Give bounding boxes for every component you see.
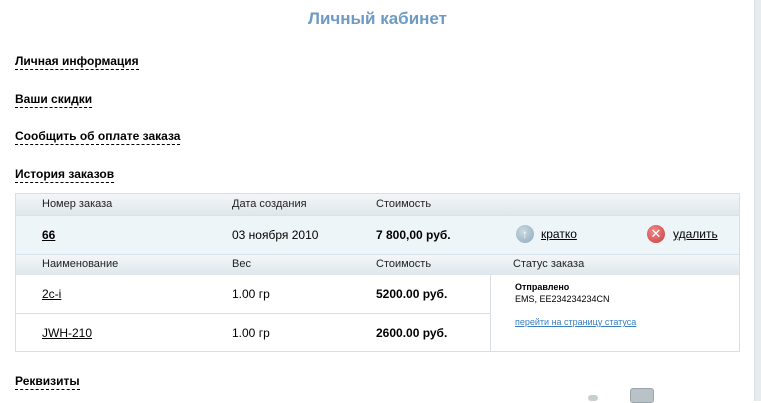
header-order-status: Статус заказа bbox=[513, 258, 585, 270]
status-page-link[interactable]: перейти на страницу статуса bbox=[515, 317, 636, 327]
status-tracking: EMS, EE234234234CN bbox=[515, 294, 610, 304]
order-table-header: Номер заказа Дата создания Стоимость bbox=[16, 194, 739, 215]
item-name-link[interactable]: JWH-210 bbox=[42, 326, 92, 340]
section-requisites[interactable]: Реквизиты bbox=[15, 374, 80, 390]
status-state: Отправлено bbox=[515, 282, 570, 292]
header-created-date: Дата создания bbox=[232, 198, 307, 210]
header-item-weight: Вес bbox=[232, 258, 251, 270]
item-weight: 1.00 гр bbox=[232, 326, 270, 340]
order-number-link[interactable]: 66 bbox=[42, 228, 55, 242]
order-status-cell: Отправлено EMS, EE234234234CN перейти на… bbox=[490, 274, 740, 351]
item-row: JWH-210 1.00 гр 2600.00 руб. bbox=[16, 314, 490, 352]
page-title: Личный кабинет bbox=[308, 9, 447, 28]
delete-icon[interactable]: ✕ bbox=[647, 225, 665, 243]
item-row: 2c-i 1.00 гр 5200.00 руб. bbox=[16, 275, 490, 314]
section-discounts[interactable]: Ваши скидки bbox=[15, 92, 93, 108]
section-personal-info[interactable]: Личная информация bbox=[15, 54, 139, 70]
order-row: 66 03 ноября 2010 7 800,00 руб. ↑ кратко… bbox=[16, 215, 739, 255]
page-right-border bbox=[754, 0, 761, 401]
order-cost: 7 800,00 руб. bbox=[376, 228, 451, 242]
header-order-number: Номер заказа bbox=[42, 198, 113, 210]
item-name-link[interactable]: 2c-i bbox=[42, 287, 61, 301]
collapse-order-link[interactable]: кратко bbox=[541, 227, 577, 241]
order-history-table: Номер заказа Дата создания Стоимость 66 … bbox=[15, 193, 740, 352]
decorative-bottle-image bbox=[588, 395, 598, 401]
delete-order-link[interactable]: удалить bbox=[673, 227, 718, 241]
collapse-up-icon[interactable]: ↑ bbox=[516, 225, 534, 243]
item-cost: 2600.00 руб. bbox=[376, 326, 448, 340]
items-table-header: Наименование Вес Стоимость Статус заказа bbox=[16, 255, 739, 275]
header-order-cost: Стоимость bbox=[376, 198, 432, 210]
section-order-history[interactable]: История заказов bbox=[15, 167, 115, 183]
item-weight: 1.00 гр bbox=[232, 287, 270, 301]
header-item-cost: Стоимость bbox=[376, 258, 432, 270]
header-item-name: Наименование bbox=[42, 258, 119, 270]
section-report-payment[interactable]: Сообщить об оплате заказа bbox=[15, 129, 181, 145]
order-date: 03 ноября 2010 bbox=[232, 228, 319, 242]
item-cost: 5200.00 руб. bbox=[376, 287, 448, 301]
